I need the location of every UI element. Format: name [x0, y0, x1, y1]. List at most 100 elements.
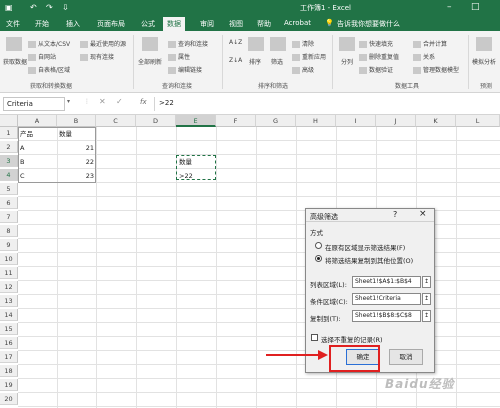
- range-picker-icon[interactable]: ↥: [422, 293, 431, 305]
- from-web-button[interactable]: 自网站: [28, 52, 56, 61]
- save-icon[interactable]: ▣: [5, 3, 13, 12]
- enter-icon[interactable]: ✓: [116, 97, 123, 106]
- remove-duplicates-button[interactable]: 删除重复值: [359, 52, 399, 61]
- tab-insert[interactable]: 插入: [66, 19, 80, 29]
- reapply-button[interactable]: 重新应用: [292, 52, 326, 61]
- tab-acrobat[interactable]: Acrobat: [284, 19, 311, 27]
- row-header[interactable]: 4: [0, 169, 18, 181]
- advanced-button[interactable]: 高级: [292, 65, 314, 74]
- undo-icon[interactable]: ↶: [30, 3, 37, 12]
- customize-icon[interactable]: ⇩: [62, 3, 69, 12]
- tab-formulas[interactable]: 公式: [141, 19, 155, 29]
- filter-button[interactable]: 筛选: [271, 57, 283, 66]
- sort-az-icon[interactable]: A↓Z: [229, 39, 242, 46]
- flash-fill-button[interactable]: 快速填充: [359, 39, 393, 48]
- minimize-icon[interactable]: –: [447, 2, 452, 12]
- row-header[interactable]: 1: [0, 127, 18, 139]
- redo-icon[interactable]: ↷: [46, 3, 53, 12]
- row-header[interactable]: 15: [0, 323, 18, 335]
- column-header-b[interactable]: B: [57, 115, 96, 127]
- row-header[interactable]: 3: [0, 155, 18, 167]
- recent-sources-button[interactable]: 最近使用的源: [80, 39, 126, 48]
- cell-a3[interactable]: B: [18, 156, 57, 168]
- insert-function-icon[interactable]: fx: [140, 98, 147, 106]
- row-header[interactable]: 5: [0, 183, 18, 195]
- edit-links-button[interactable]: 编辑链接: [168, 65, 202, 74]
- cell-a1[interactable]: 产品: [18, 128, 57, 140]
- column-header-c[interactable]: C: [96, 115, 136, 127]
- row-header[interactable]: 7: [0, 211, 18, 223]
- cell-a4[interactable]: C: [18, 170, 57, 182]
- criteria-range-input[interactable]: Sheet1!Criteria: [352, 293, 421, 305]
- tab-home[interactable]: 开始: [35, 19, 49, 29]
- column-header-i[interactable]: I: [336, 115, 376, 127]
- cancel-icon[interactable]: ✕: [99, 97, 106, 106]
- from-csv-button[interactable]: 从文本/CSV: [28, 39, 70, 48]
- column-header-g[interactable]: G: [256, 115, 296, 127]
- name-box-dropdown-icon[interactable]: ▾: [67, 98, 70, 105]
- refresh-all-button[interactable]: 全部刷新: [138, 57, 162, 66]
- radio-show-in-place[interactable]: [315, 242, 322, 249]
- tab-data[interactable]: 数据: [163, 17, 185, 31]
- column-header-e[interactable]: E: [176, 115, 216, 127]
- tab-review[interactable]: 审阅: [200, 19, 214, 29]
- row-header[interactable]: 19: [0, 379, 18, 391]
- row-header[interactable]: 11: [0, 267, 18, 279]
- text-to-columns-button[interactable]: 分列: [341, 57, 353, 66]
- cell-b2[interactable]: 21: [57, 142, 96, 154]
- tab-page-layout[interactable]: 页面布局: [97, 19, 125, 29]
- cell-b1[interactable]: 数量: [57, 128, 96, 140]
- tab-view[interactable]: 视图: [229, 19, 243, 29]
- row-header[interactable]: 16: [0, 337, 18, 349]
- column-header-d[interactable]: D: [136, 115, 176, 127]
- row-header[interactable]: 20: [0, 393, 18, 405]
- from-table-button[interactable]: 自表格/区域: [28, 65, 70, 74]
- sort-za-icon[interactable]: Z↓A: [229, 57, 242, 64]
- what-if-button[interactable]: 模拟分析: [472, 57, 496, 66]
- consolidate-button[interactable]: 合并计算: [413, 39, 447, 48]
- data-validation-button[interactable]: 数据验证: [359, 65, 393, 74]
- name-box[interactable]: Criteria: [3, 97, 65, 111]
- column-header-j[interactable]: J: [376, 115, 416, 127]
- row-header[interactable]: 2: [0, 141, 18, 153]
- properties-button[interactable]: 属性: [168, 52, 190, 61]
- existing-connections-button[interactable]: 现有连接: [80, 52, 114, 61]
- copy-to-input[interactable]: Sheet1!$B$8:$C$8: [352, 310, 421, 322]
- tell-me-box[interactable]: 告诉我你想要做什么: [337, 19, 400, 29]
- cancel-button[interactable]: 取消: [389, 349, 423, 365]
- close-icon[interactable]: ×: [419, 209, 427, 219]
- radio-copy-to-location[interactable]: [315, 255, 322, 262]
- manage-data-model-button[interactable]: 管理数据模型: [413, 65, 459, 74]
- row-header[interactable]: 10: [0, 253, 18, 265]
- column-header-l[interactable]: L: [456, 115, 500, 127]
- unique-records-checkbox[interactable]: [311, 334, 318, 341]
- column-header-f[interactable]: F: [216, 115, 256, 127]
- formula-input[interactable]: >22: [154, 97, 498, 111]
- row-header[interactable]: 12: [0, 281, 18, 293]
- cell-b3[interactable]: 22: [57, 156, 96, 168]
- get-data-button[interactable]: 获取数据: [3, 57, 27, 66]
- maximize-icon[interactable]: □: [471, 2, 480, 12]
- tab-file[interactable]: 文件: [6, 19, 20, 29]
- range-picker-icon[interactable]: ↥: [422, 276, 431, 288]
- list-range-input[interactable]: Sheet1!$A$1:$B$4: [352, 276, 421, 288]
- select-all-corner[interactable]: [0, 115, 18, 127]
- cell-a2[interactable]: A: [18, 142, 57, 154]
- row-header[interactable]: 14: [0, 309, 18, 321]
- row-header[interactable]: 8: [0, 225, 18, 237]
- queries-connections-button[interactable]: 查询和连接: [168, 39, 208, 48]
- row-header[interactable]: 6: [0, 197, 18, 209]
- row-header[interactable]: 9: [0, 239, 18, 251]
- clear-button[interactable]: 清除: [292, 39, 314, 48]
- column-header-k[interactable]: K: [416, 115, 456, 127]
- tab-help[interactable]: 帮助: [257, 19, 271, 29]
- column-header-a[interactable]: A: [18, 115, 57, 127]
- range-picker-icon[interactable]: ↥: [422, 310, 431, 322]
- row-header[interactable]: 17: [0, 351, 18, 363]
- row-header[interactable]: 13: [0, 295, 18, 307]
- row-header[interactable]: 18: [0, 365, 18, 377]
- cell-b4[interactable]: 23: [57, 170, 96, 182]
- column-header-h[interactable]: H: [296, 115, 336, 127]
- relationships-button[interactable]: 关系: [413, 52, 435, 61]
- help-icon[interactable]: ?: [393, 210, 397, 219]
